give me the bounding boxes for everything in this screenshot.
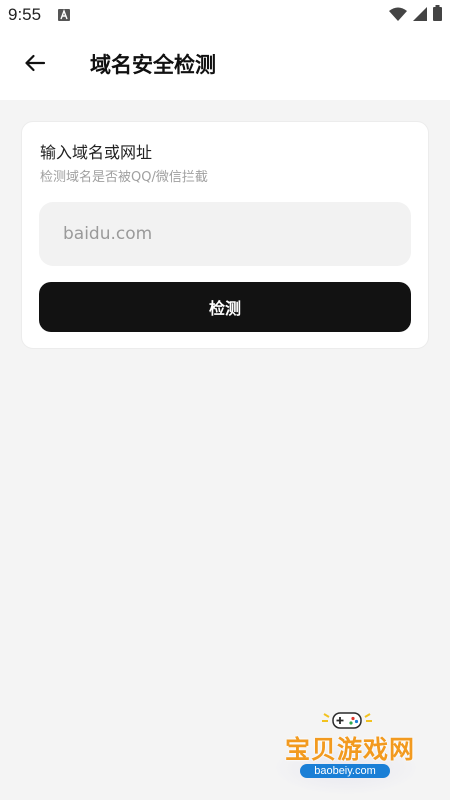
watermark-brand: 宝贝游戏网 [284, 735, 415, 764]
back-button[interactable] [18, 48, 52, 82]
watermark: 宝贝游戏网 baobeiy.com [262, 708, 432, 798]
cellular-signal-icon [413, 6, 427, 25]
page-title: 域名安全检测 [90, 53, 216, 77]
status-time: 9:55 [8, 5, 42, 24]
status-bar: 9:55 [0, 0, 450, 30]
status-indicators [389, 5, 442, 25]
arrow-left-icon [23, 51, 47, 79]
watermark-url: baobeiy.com [300, 764, 390, 778]
battery-icon [433, 5, 442, 25]
card-title: 输入域名或网址 [40, 143, 153, 162]
app-header: 域名安全检测 [0, 30, 450, 100]
check-button[interactable]: 检测 [39, 282, 411, 332]
android-notification-icon [58, 9, 70, 21]
domain-check-card: 输入域名或网址 检测域名是否被QQ/微信拦截 检测 [21, 121, 429, 349]
card-subtitle: 检测域名是否被QQ/微信拦截 [40, 170, 208, 185]
domain-input[interactable] [39, 202, 411, 266]
wifi-icon [389, 6, 407, 25]
